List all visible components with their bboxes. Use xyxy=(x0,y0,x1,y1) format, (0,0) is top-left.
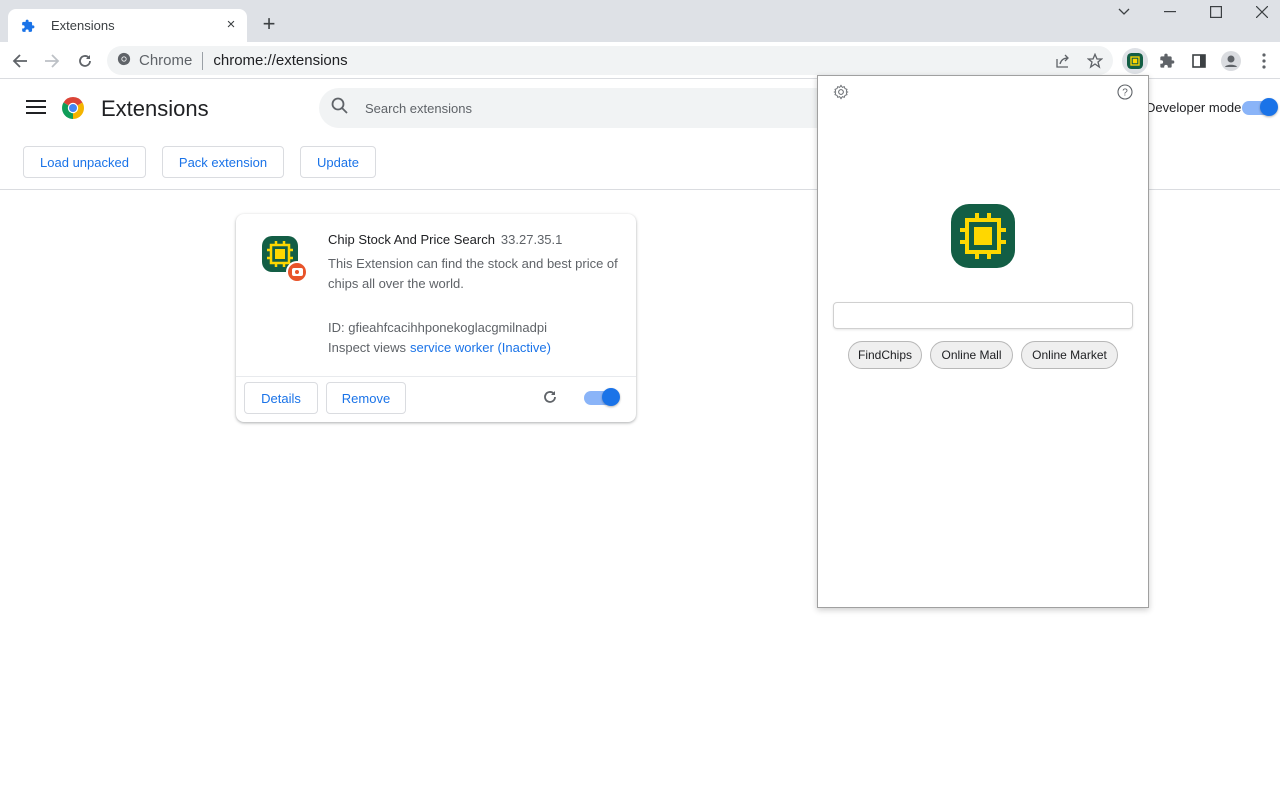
title-bar: Extensions × + xyxy=(0,0,1280,42)
back-button[interactable] xyxy=(9,50,31,72)
settings-gear-icon[interactable] xyxy=(833,84,849,105)
online-mall-button[interactable]: Online Mall xyxy=(930,341,1013,369)
extension-id: ID: gfieahfcacihhponekoglacgmilnadpi xyxy=(328,320,547,335)
update-button[interactable]: Update xyxy=(300,146,376,178)
chip-search-input[interactable] xyxy=(833,302,1133,329)
findchips-button[interactable]: FindChips xyxy=(848,341,922,369)
help-icon[interactable]: ? xyxy=(1117,84,1133,105)
search-placeholder: Search extensions xyxy=(365,100,472,116)
site-chip: Chrome xyxy=(139,52,193,69)
extension-card: Chip Stock And Price Search 33.27.35.1 Th… xyxy=(236,214,636,422)
extension-version: 33.27.35.1 xyxy=(500,232,563,247)
reload-button[interactable] xyxy=(74,50,96,72)
extension-popup: ? FindChips Online Mall Online Market xyxy=(817,75,1149,608)
pack-extension-button[interactable]: Pack extension xyxy=(162,146,284,178)
side-panel-icon[interactable] xyxy=(1187,49,1211,73)
service-worker-badge-icon xyxy=(286,261,308,283)
tab-close-button[interactable]: × xyxy=(223,17,239,33)
browser-toolbar: Chrome chrome://extensions xyxy=(0,42,1280,79)
service-worker-link[interactable]: service worker (Inactive) xyxy=(410,340,551,355)
kebab-menu-icon[interactable] xyxy=(1252,49,1276,73)
reload-extension-icon[interactable] xyxy=(542,389,560,407)
chrome-logo-icon xyxy=(61,96,85,120)
developer-mode-toggle[interactable] xyxy=(1242,98,1278,116)
tab-extensions[interactable]: Extensions × xyxy=(8,9,247,42)
details-button[interactable]: Details xyxy=(244,382,318,414)
extension-name-row: Chip Stock And Price Search 33.27.35.1 xyxy=(328,232,562,247)
chip-extension-toolbar-button[interactable] xyxy=(1122,48,1148,74)
tab-title: Extensions xyxy=(51,18,115,33)
extension-enable-toggle[interactable] xyxy=(584,388,620,406)
search-icon xyxy=(331,97,349,120)
puzzle-icon xyxy=(20,18,36,34)
developer-mode-label: Developer mode xyxy=(1146,100,1242,115)
extension-name: Chip Stock And Price Search xyxy=(328,232,495,247)
card-divider xyxy=(236,376,636,377)
search-extensions-input[interactable]: Search extensions xyxy=(319,88,859,128)
page-title: Extensions xyxy=(101,96,209,121)
menu-icon[interactable] xyxy=(26,100,46,116)
inspect-views-row: Inspect views service worker (Inactive) xyxy=(328,340,551,355)
profile-avatar-icon[interactable] xyxy=(1219,49,1243,73)
extensions-puzzle-icon[interactable] xyxy=(1155,49,1179,73)
inspect-views-label: Inspect views xyxy=(328,340,407,355)
address-bar[interactable]: Chrome chrome://extensions xyxy=(107,46,1113,75)
close-window-button[interactable] xyxy=(1247,0,1277,24)
forward-button[interactable] xyxy=(41,50,63,72)
extension-description: This Extension can find the stock and be… xyxy=(328,256,618,291)
minimize-button[interactable] xyxy=(1155,0,1185,24)
tab-search-button[interactable] xyxy=(1109,0,1139,24)
share-icon[interactable] xyxy=(1051,49,1075,73)
load-unpacked-button[interactable]: Load unpacked xyxy=(23,146,146,178)
omnibox-separator xyxy=(202,51,204,70)
remove-button[interactable]: Remove xyxy=(326,382,406,414)
chrome-site-icon xyxy=(117,52,131,70)
svg-text:?: ? xyxy=(1122,88,1128,99)
new-tab-button[interactable]: + xyxy=(258,13,280,36)
url-text[interactable]: chrome://extensions xyxy=(213,52,347,69)
chip-logo-icon xyxy=(951,204,1015,268)
maximize-button[interactable] xyxy=(1201,0,1231,24)
online-market-button[interactable]: Online Market xyxy=(1021,341,1118,369)
bookmark-star-icon[interactable] xyxy=(1083,49,1107,73)
